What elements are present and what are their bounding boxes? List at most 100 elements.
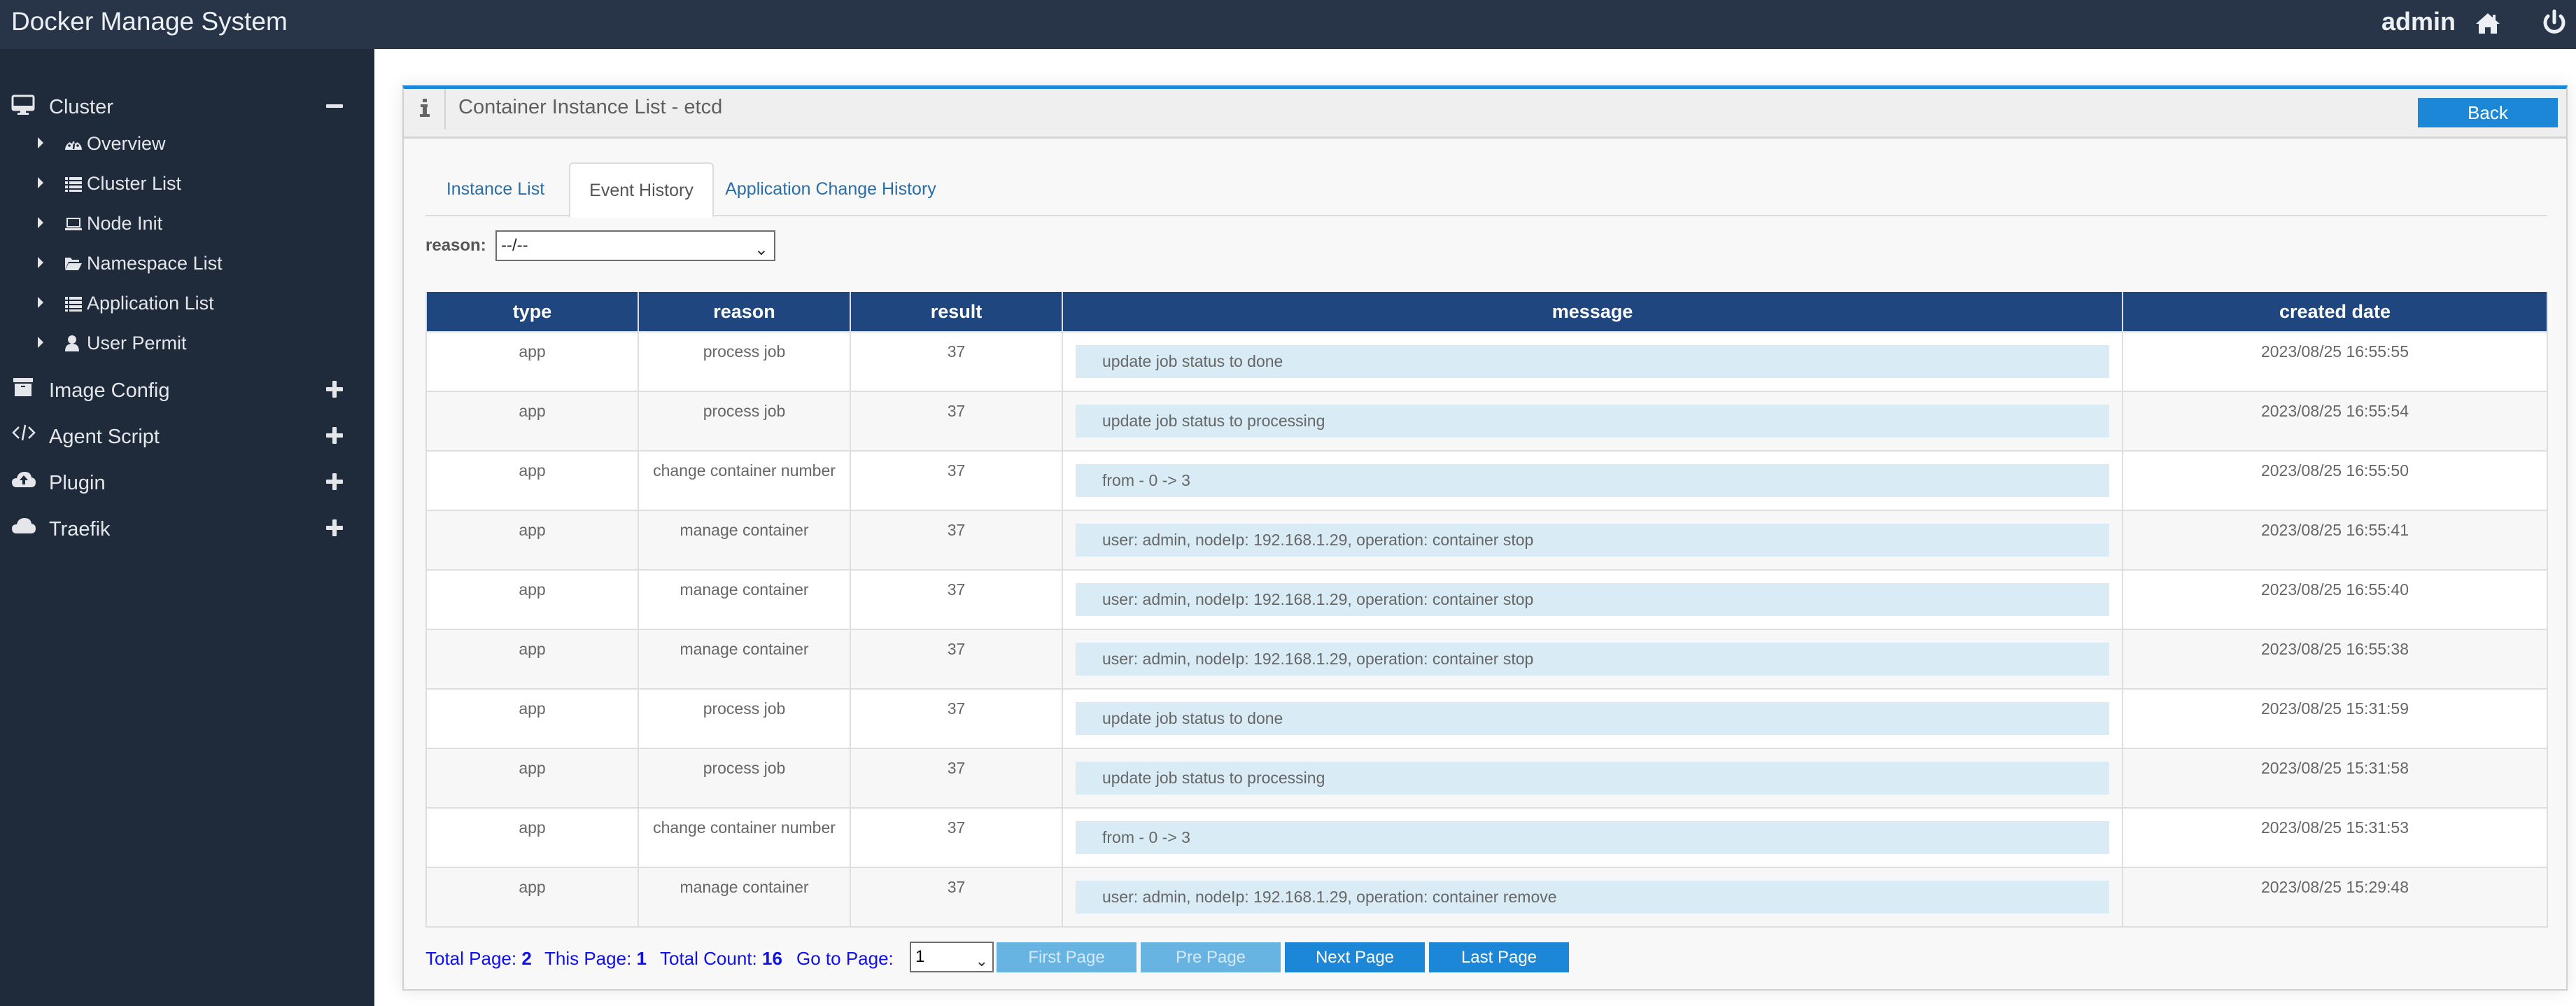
- pagination: Total Page: 2 This Page: 1 Total Count: …: [425, 942, 1825, 972]
- sidebar-item-cluster-list[interactable]: Cluster List: [0, 166, 374, 204]
- app-title: Docker Manage System: [11, 7, 288, 36]
- reason-select-value: --/--: [501, 236, 528, 255]
- home-icon[interactable]: [2474, 10, 2502, 38]
- sidebar-item-node-init[interactable]: Node Init: [0, 206, 374, 244]
- total-count: Total Count: 16: [660, 948, 782, 970]
- sidebar-group-label: Plugin: [49, 472, 106, 494]
- cell-created-date: 2023/08/25 15:31:53: [2122, 807, 2548, 868]
- sidebar-item-label: Application List: [87, 293, 214, 314]
- total-page: Total Page: 2: [425, 948, 532, 970]
- caret-right-icon: [38, 337, 43, 348]
- cell-result: 37: [850, 629, 1063, 690]
- minus-icon[interactable]: [325, 96, 344, 116]
- sidebar-group-traefik[interactable]: Traefik: [0, 510, 374, 552]
- goto-page-label: Go to Page:: [796, 948, 894, 969]
- user-icon: [65, 335, 79, 351]
- first-page-button[interactable]: First Page: [997, 942, 1136, 972]
- power-icon[interactable]: [2540, 8, 2569, 38]
- reason-label: reason:: [425, 236, 486, 255]
- cell-type: app: [425, 331, 639, 392]
- cloud-icon: [12, 518, 36, 533]
- pre-page-button[interactable]: Pre Page: [1141, 942, 1281, 972]
- cell-message: user: admin, nodeIp: 192.168.1.29, opera…: [1062, 867, 2123, 928]
- column-header-created-date[interactable]: created date: [2122, 292, 2548, 333]
- total-page-label: Total Page:: [425, 948, 517, 969]
- cell-message: update job status to processing: [1062, 391, 2123, 452]
- cell-type: app: [425, 748, 639, 809]
- list-icon: [65, 177, 82, 192]
- plus-icon[interactable]: [325, 518, 344, 538]
- sidebar-item-overview[interactable]: Overview: [0, 126, 374, 164]
- column-header-type[interactable]: type: [425, 292, 639, 333]
- cell-result: 37: [850, 510, 1063, 571]
- table-row: app process job 37 update job status to pro…: [425, 391, 2548, 452]
- message-box: update job status to processing: [1076, 405, 2109, 438]
- goto-page-value: 1: [915, 947, 925, 966]
- sidebar-group-label: Image Config: [49, 379, 170, 402]
- cell-reason: manage container: [638, 569, 851, 630]
- cloud-upload-icon: [12, 472, 36, 487]
- cell-message: user: admin, nodeIp: 192.168.1.29, opera…: [1062, 510, 2123, 571]
- cell-reason: process job: [638, 391, 851, 452]
- this-page-value: 1: [636, 948, 647, 969]
- chevron-down-icon: ⌄: [975, 952, 988, 970]
- plus-icon[interactable]: [325, 472, 344, 491]
- table-row: app process job 37 update job status to pro…: [425, 748, 2548, 809]
- column-header-reason[interactable]: reason: [638, 292, 851, 333]
- cell-type: app: [425, 867, 639, 928]
- sidebar-group-plugin[interactable]: Plugin: [0, 463, 374, 505]
- sidebar-item-label: Node Init: [87, 213, 163, 234]
- sidebar-item-user-permit[interactable]: User Permit: [0, 326, 374, 363]
- next-page-button[interactable]: Next Page: [1285, 942, 1425, 972]
- goto-page-select[interactable]: 1 ⌄: [910, 942, 994, 972]
- desktop-icon: [11, 95, 35, 115]
- reason-select[interactable]: --/-- ⌄: [495, 230, 775, 261]
- message-box: user: admin, nodeIp: 192.168.1.29, opera…: [1076, 643, 2109, 676]
- tab-event-history[interactable]: Event History: [569, 162, 714, 218]
- message-box: from - 0 -> 3: [1076, 464, 2109, 497]
- plus-icon[interactable]: [325, 426, 344, 445]
- message-box: user: admin, nodeIp: 192.168.1.29, opera…: [1076, 583, 2109, 616]
- cell-reason: manage container: [638, 867, 851, 928]
- column-header-result[interactable]: result: [850, 292, 1063, 333]
- this-page-label: This Page:: [544, 948, 632, 969]
- tab-instance-list[interactable]: Instance List: [425, 162, 565, 216]
- table-row: app manage container 37 user: admin, nodeIp…: [425, 510, 2548, 571]
- sidebar: Cluster Overview Cluster List Node Init …: [0, 49, 374, 1006]
- message-box: update job status to done: [1076, 702, 2109, 735]
- chevron-down-icon: ⌄: [754, 240, 768, 259]
- caret-right-icon: [38, 177, 43, 188]
- cell-created-date: 2023/08/25 16:55:54: [2122, 391, 2548, 452]
- table-header-row: type reason result message created date: [425, 292, 2548, 333]
- this-page: This Page: 1: [544, 948, 647, 970]
- sidebar-group-label: Traefik: [49, 518, 111, 540]
- folder-open-icon: [65, 258, 82, 270]
- back-button[interactable]: Back: [2418, 98, 2558, 127]
- cell-result: 37: [850, 391, 1063, 452]
- cell-message: update job status to processing: [1062, 748, 2123, 809]
- sidebar-group-agent-script[interactable]: Agent Script: [0, 417, 374, 459]
- sidebar-item-label: Cluster List: [87, 173, 182, 194]
- code-icon: [12, 424, 36, 441]
- message-box: user: admin, nodeIp: 192.168.1.29, opera…: [1076, 881, 2109, 914]
- message-box: update job status to done: [1076, 345, 2109, 378]
- sidebar-group-cluster[interactable]: Cluster: [0, 88, 374, 130]
- last-page-button[interactable]: Last Page: [1429, 942, 1569, 972]
- cell-result: 37: [850, 748, 1063, 809]
- column-header-message[interactable]: message: [1062, 292, 2123, 333]
- cell-result: 37: [850, 688, 1063, 749]
- caret-right-icon: [38, 217, 43, 228]
- sidebar-item-namespace-list[interactable]: Namespace List: [0, 246, 374, 284]
- cell-message: update job status to done: [1062, 331, 2123, 392]
- table-row: app manage container 37 user: admin, nodeIp…: [425, 569, 2548, 630]
- header-divider: [444, 89, 446, 130]
- tab-application-change-history[interactable]: Application Change History: [715, 162, 946, 216]
- sidebar-item-application-list[interactable]: Application List: [0, 286, 374, 323]
- cell-type: app: [425, 450, 639, 511]
- sidebar-group-image-config[interactable]: Image Config: [0, 371, 374, 413]
- current-user[interactable]: admin: [2381, 7, 2456, 36]
- plus-icon[interactable]: [325, 379, 344, 399]
- cell-result: 37: [850, 867, 1063, 928]
- table-row: app change container number 37 from - 0 -> …: [425, 807, 2548, 868]
- cell-created-date: 2023/08/25 15:31:59: [2122, 688, 2548, 749]
